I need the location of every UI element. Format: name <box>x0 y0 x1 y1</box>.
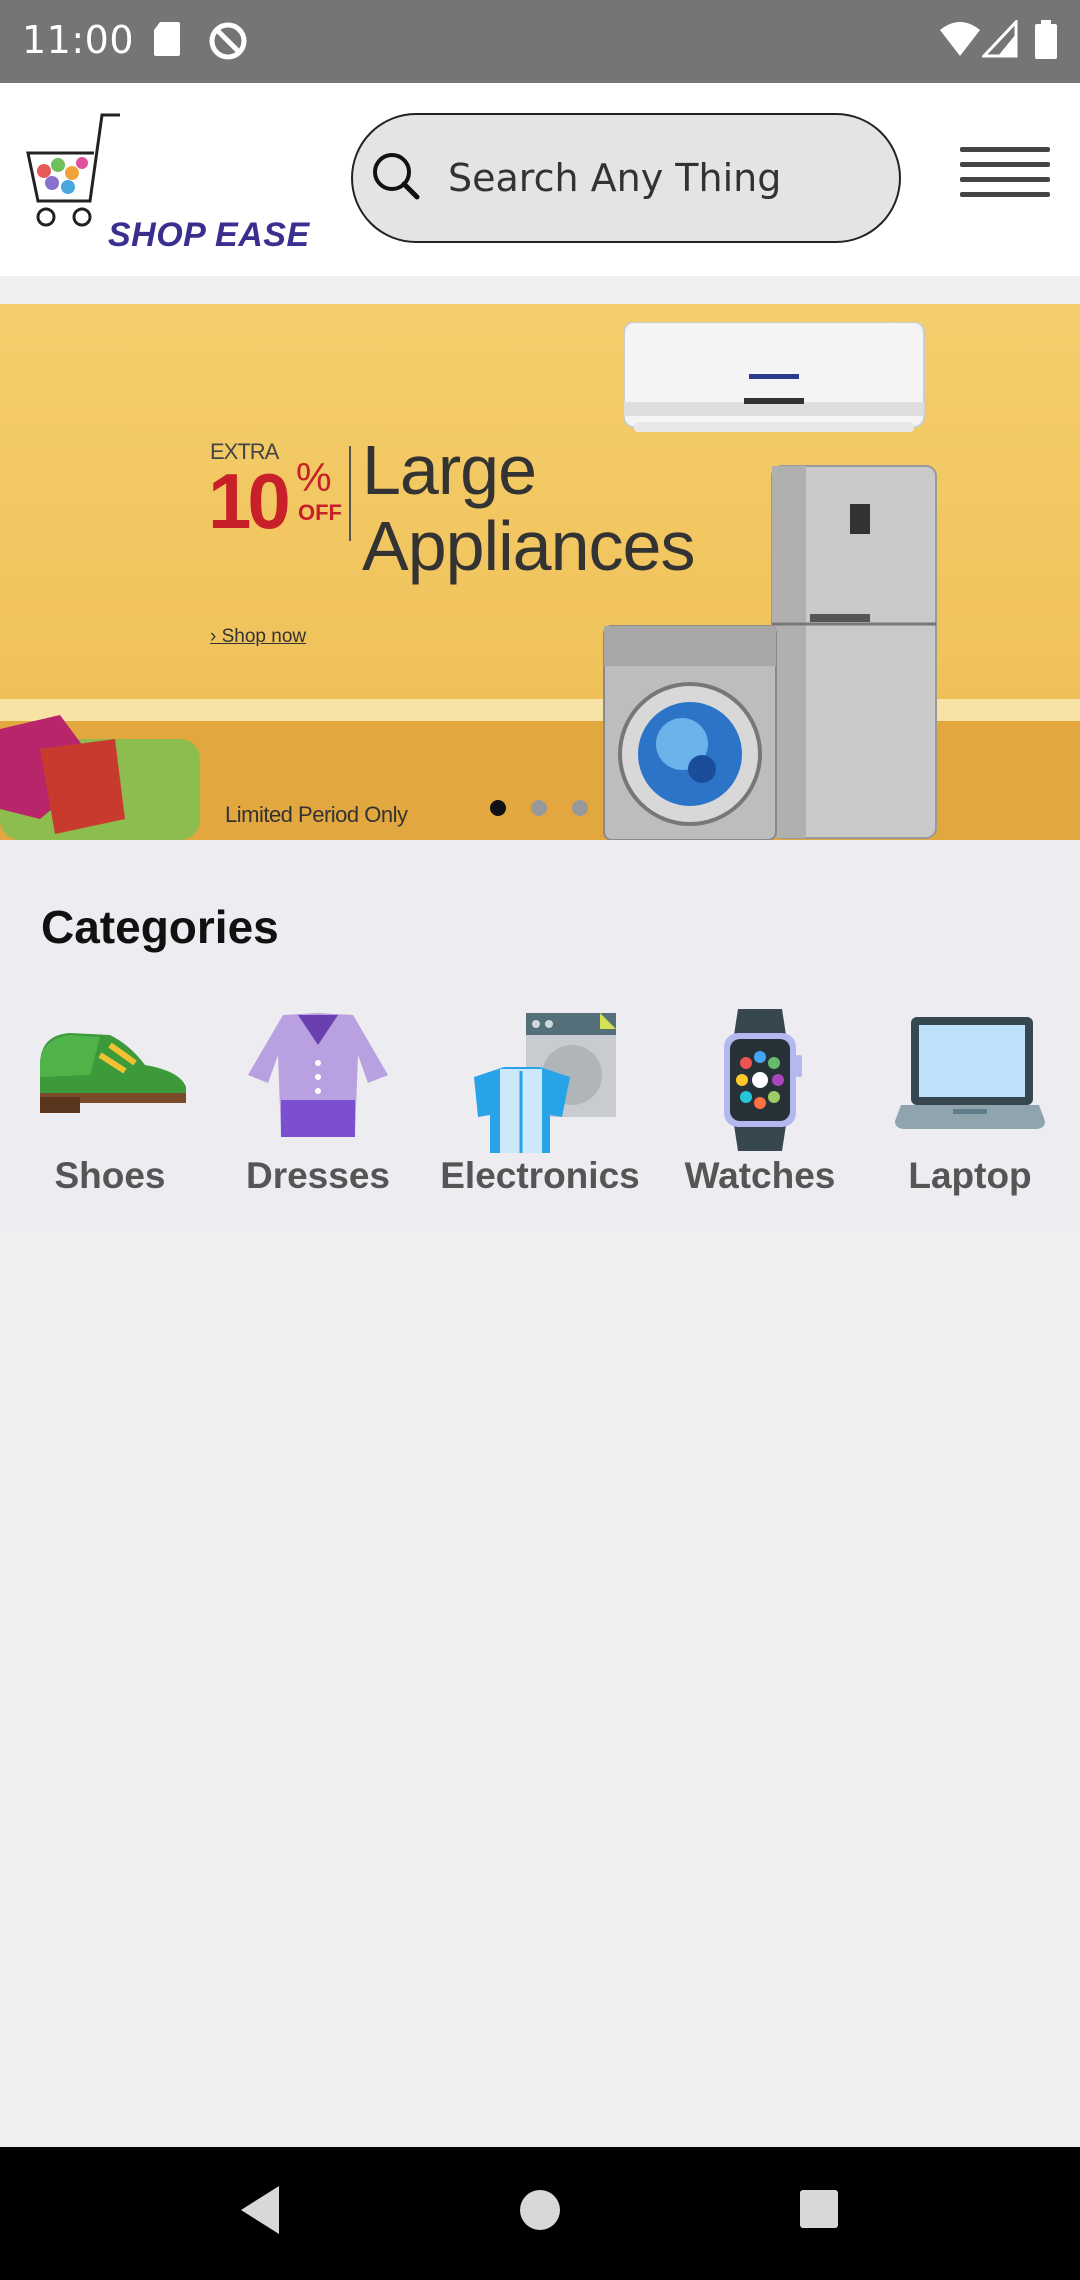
menu-line-icon <box>960 162 1050 167</box>
categories-section: Categories Shoes Dresses Electronics Wat… <box>0 840 1080 1232</box>
category-watches[interactable]: Watches <box>660 1005 860 1235</box>
carousel-dot-3[interactable] <box>572 800 588 816</box>
sofa-image <box>0 715 200 840</box>
laptop-icon <box>895 1017 1045 1129</box>
shop-ease-logo[interactable]: SHOP EASE <box>24 113 314 254</box>
carousel-dot-2[interactable] <box>531 800 547 816</box>
battery-icon <box>1035 20 1057 59</box>
category-label-electronics: Electronics <box>440 1155 640 1196</box>
sd-card-icon <box>154 22 180 56</box>
promo-footnote: Limited Period Only <box>225 802 408 827</box>
promo-percent: 10 <box>208 457 291 545</box>
promo-percent-sign: % <box>296 456 332 500</box>
system-navigation-bar <box>0 2147 1080 2280</box>
menu-line-icon <box>960 177 1050 182</box>
status-bar: 11:00 <box>0 0 1080 83</box>
electronics-icon <box>474 1013 616 1153</box>
category-laptop[interactable]: Laptop <box>870 1005 1070 1235</box>
home-icon[interactable] <box>516 2180 566 2240</box>
search-bar[interactable] <box>351 113 901 243</box>
dress-icon <box>248 1013 388 1137</box>
recents-icon[interactable] <box>796 2180 846 2240</box>
signal-icon <box>982 20 1018 58</box>
promo-divider <box>349 446 351 541</box>
category-label-dresses: Dresses <box>245 1155 390 1196</box>
promo-headline: Large Appliances <box>362 431 695 585</box>
watch-icon <box>724 1009 802 1151</box>
status-time: 11:00 <box>22 18 135 62</box>
wifi-icon <box>940 22 980 56</box>
shop-now-link[interactable]: › Shop now <box>210 626 306 648</box>
category-shoes[interactable]: Shoes <box>10 1005 210 1235</box>
promo-off: OFF <box>298 500 342 525</box>
app-header: SHOP EASE <box>0 83 1080 276</box>
carousel-dot-1[interactable] <box>490 800 506 816</box>
data-saver-icon <box>209 22 247 60</box>
menu-line-icon <box>960 147 1050 152</box>
washing-machine-image <box>603 625 777 840</box>
hamburger-menu-button[interactable] <box>958 143 1054 213</box>
search-icon[interactable] <box>367 150 427 210</box>
category-label-laptop: Laptop <box>908 1155 1032 1196</box>
category-electronics[interactable]: Electronics <box>440 1005 640 1235</box>
categories-title: Categories <box>41 901 279 953</box>
category-dresses[interactable]: Dresses <box>218 1005 418 1235</box>
air-conditioner-image <box>624 322 925 432</box>
promo-banner-carousel[interactable]: EXTRA 10 % OFF Large Appliances › Shop n… <box>0 304 1080 840</box>
category-label-watches: Watches <box>684 1155 836 1196</box>
category-label-shoes: Shoes <box>54 1155 166 1196</box>
logo-text: SHOP EASE <box>108 216 310 254</box>
menu-line-icon <box>960 192 1050 197</box>
shoe-icon <box>40 1033 186 1113</box>
search-input[interactable] <box>448 148 878 208</box>
refrigerator-image <box>771 465 937 839</box>
back-icon[interactable] <box>235 2180 285 2240</box>
